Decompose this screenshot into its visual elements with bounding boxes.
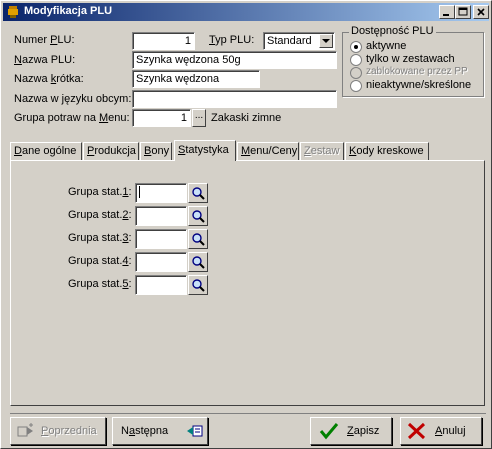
grupa-menu-label: Grupa potraw na Menu: xyxy=(14,112,130,124)
minimize-icon[interactable] xyxy=(439,5,455,19)
stat-group-5-field[interactable] xyxy=(135,275,187,295)
grupa-menu-field[interactable]: 1 xyxy=(132,109,191,127)
text-cursor xyxy=(139,186,140,199)
search-icon[interactable] xyxy=(188,229,208,249)
nazwa-plu-label: Nazwa PLU: xyxy=(14,54,76,66)
save-button[interactable]: Zapisz xyxy=(310,417,392,445)
availability-radio-nieaktywne[interactable] xyxy=(350,80,362,92)
availability-radio-zablokowane xyxy=(350,67,362,79)
tab-produkcja[interactable]: Produkcja xyxy=(83,142,139,160)
tab-statystyka[interactable]: Statystyka xyxy=(174,140,236,161)
tab-bony[interactable]: Bony xyxy=(140,142,172,160)
previous-record-icon xyxy=(17,423,33,437)
typ-plu-label: Typ PLU: xyxy=(209,34,255,46)
next-button-label: Następna xyxy=(121,425,169,437)
chevron-down-icon[interactable] xyxy=(319,34,333,48)
save-button-label: Zapisz xyxy=(347,425,380,437)
search-icon[interactable] xyxy=(188,206,208,226)
stat-group-3-label: Grupa stat.3: xyxy=(68,232,132,244)
stat-group-5-label: Grupa stat.5: xyxy=(68,278,132,290)
stat-group-3-field[interactable] xyxy=(135,229,187,249)
typ-plu-select[interactable]: Standard xyxy=(263,32,335,50)
grupa-menu-lookup-button[interactable]: ... xyxy=(192,109,206,127)
stat-group-4-label: Grupa stat.4: xyxy=(68,255,132,267)
previous-button: Poprzednia xyxy=(10,417,106,445)
nazwa-obca-field[interactable] xyxy=(132,90,337,108)
previous-button-label: Poprzednia xyxy=(41,425,97,437)
tab-kody-kreskowe[interactable]: Kody kreskowe xyxy=(345,142,429,160)
stat-group-1-field[interactable] xyxy=(135,183,187,203)
nazwa-plu-field[interactable]: Szynka wędzona 50g xyxy=(132,51,337,69)
search-icon[interactable] xyxy=(188,252,208,272)
numer-plu-field[interactable]: 1 xyxy=(132,32,195,50)
tab-dane-ogolne[interactable]: Dane ogólne xyxy=(10,142,82,160)
availability-label-zablokowane: zablokowane przez PP xyxy=(366,66,468,77)
availability-label-aktywne: aktywne xyxy=(366,40,407,52)
availability-label-nieaktywne: nieaktywne/skreślone xyxy=(366,79,472,91)
stat-group-1-label: Grupa stat.1: xyxy=(68,186,132,198)
availability-label-tylko-w-zestawach: tylko w zestawach xyxy=(366,53,455,65)
cancel-button[interactable]: Anuluj xyxy=(400,417,482,445)
footer-bar: Poprzednia Następna Zapisz Anuluj xyxy=(10,413,486,445)
cancel-button-label: Anuluj xyxy=(435,425,466,437)
availability-radio-aktywne[interactable] xyxy=(350,41,362,53)
typ-plu-value: Standard xyxy=(267,35,312,47)
nazwa-obca-label: Nazwa w języku obcym: xyxy=(14,93,132,105)
next-button[interactable]: Następna xyxy=(112,417,208,445)
nazwa-krotka-label: Nazwa krótka: xyxy=(14,73,84,85)
availability-radio-tylko-w-zestawach[interactable] xyxy=(350,54,362,66)
close-icon[interactable] xyxy=(473,5,489,19)
nazwa-krotka-field[interactable]: Szynka wędzona xyxy=(132,70,260,88)
title-bar[interactable]: Modyfikacja PLU xyxy=(3,3,489,21)
search-icon[interactable] xyxy=(188,275,208,295)
stat-group-4-field[interactable] xyxy=(135,252,187,272)
stat-group-2-label: Grupa stat.2: xyxy=(68,209,132,221)
tab-menu-ceny[interactable]: Menu/Ceny xyxy=(237,142,299,160)
tab-zestaw: Zestaw xyxy=(300,142,344,160)
checkmark-icon xyxy=(319,423,339,440)
window-title: Modyfikacja PLU xyxy=(24,5,113,17)
statystyka-panel: Grupa stat.1: Grupa stat.2: Grupa stat.3… xyxy=(10,160,485,406)
grupa-menu-name: Zakaski zimne xyxy=(211,112,282,124)
stat-group-2-field[interactable] xyxy=(135,206,187,226)
availability-title: Dostępność PLU xyxy=(349,25,436,37)
search-icon[interactable] xyxy=(188,183,208,203)
dialog-window: Modyfikacja PLU Numer PLU: 1 Typ PLU: St… xyxy=(0,0,492,449)
numer-plu-label: Numer PLU: xyxy=(14,34,75,46)
next-record-icon xyxy=(187,425,203,437)
maximize-icon[interactable] xyxy=(455,5,471,19)
cancel-x-icon xyxy=(407,422,426,440)
app-icon xyxy=(8,6,18,18)
